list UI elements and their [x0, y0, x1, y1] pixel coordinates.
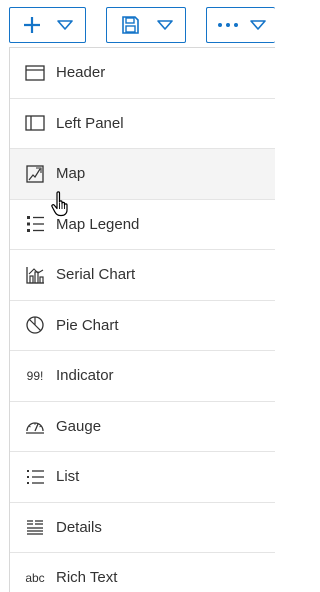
toolbar: [0, 0, 275, 46]
menu-item-label: Details: [56, 518, 102, 536]
menu-item-left-panel[interactable]: Left Panel: [10, 99, 275, 149]
menu-item-label: Map: [56, 165, 86, 183]
menu-item-label: Map Legend: [56, 215, 140, 233]
menu-item-label: Pie Chart: [56, 316, 119, 334]
menu-item-gauge[interactable]: Gauge: [10, 402, 275, 452]
menu-item-map[interactable]: Map: [10, 149, 275, 200]
left-panel-layout-icon: [24, 112, 46, 134]
rich-text-icon: abc: [25, 570, 45, 585]
add-element-button[interactable]: [9, 7, 86, 43]
menu-item-serial-chart[interactable]: Serial Chart: [10, 250, 275, 301]
details-icon: [24, 516, 46, 538]
save-icon: [121, 16, 139, 34]
serial-chart-icon: [24, 264, 46, 286]
menu-item-header[interactable]: Header: [10, 48, 275, 99]
gauge-icon: [24, 415, 46, 437]
menu-item-label: Gauge: [56, 417, 102, 435]
menu-item-label: Serial Chart: [56, 266, 136, 284]
menu-item-label: List: [56, 468, 80, 486]
menu-item-label: Left Panel: [56, 114, 124, 132]
list-icon: [24, 466, 46, 488]
header-layout-icon: [24, 62, 46, 84]
menu-item-map-legend[interactable]: Map Legend: [10, 200, 275, 250]
menu-item-indicator[interactable]: 99! Indicator: [10, 351, 275, 402]
menu-item-label: Indicator: [56, 367, 114, 385]
plus-icon: [23, 17, 40, 33]
legend-icon: [24, 213, 46, 235]
map-icon: [24, 163, 46, 185]
chevron-down-icon: [249, 20, 266, 30]
menu-item-details[interactable]: Details: [10, 503, 275, 553]
menu-item-list[interactable]: List: [10, 452, 275, 503]
save-button[interactable]: [106, 7, 186, 43]
chevron-down-icon: [57, 20, 74, 30]
chevron-down-icon: [156, 20, 173, 30]
pie-chart-icon: [24, 314, 46, 336]
menu-item-label: Rich Text: [56, 569, 118, 587]
menu-item-pie-chart[interactable]: Pie Chart: [10, 301, 275, 351]
ellipsis-icon: [217, 23, 238, 27]
menu-item-rich-text[interactable]: abc Rich Text: [10, 553, 275, 592]
menu-item-label: Header: [56, 64, 106, 82]
add-element-menu: Header Left Panel Map Map Legend Serial …: [9, 47, 275, 592]
indicator-icon: 99!: [26, 368, 44, 383]
more-options-button[interactable]: [206, 7, 275, 43]
